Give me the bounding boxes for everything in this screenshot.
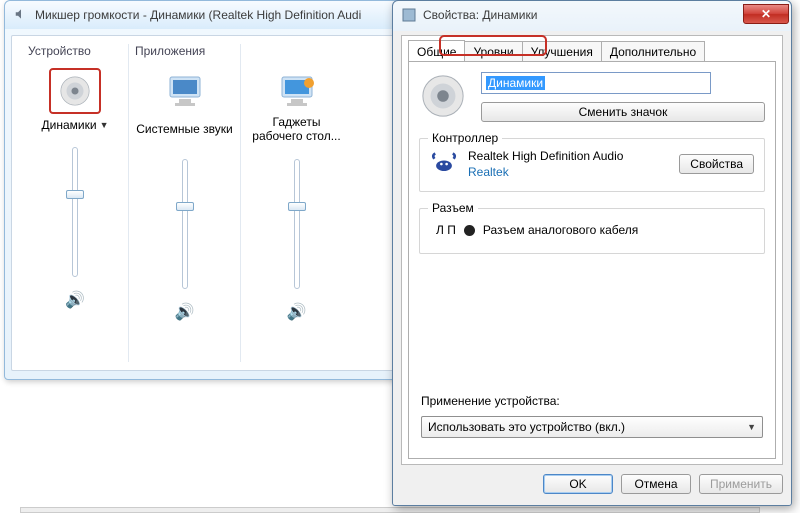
device-section-label: Устройство (28, 44, 122, 64)
controller-properties-button[interactable]: Свойства (679, 154, 754, 174)
close-button[interactable]: ✕ (743, 4, 789, 24)
jack-group-title: Разъем (428, 201, 478, 215)
props-titlebar[interactable]: Свойства: Динамики ✕ (393, 1, 791, 29)
mixer-device-column: Устройство Динамики ▼ 🔊 (22, 44, 128, 362)
tab-content-general: Динамики Сменить значок Контроллер (408, 61, 776, 459)
controller-group: Контроллер Realtek High Definition Audio… (419, 138, 765, 192)
dialog-footer: OK Отмена Применить (401, 469, 783, 499)
tabs-highlight-annotation (439, 35, 547, 56)
cancel-button[interactable]: Отмена (621, 474, 691, 494)
device-usage-select[interactable]: Использовать это устройство (вкл.) ▼ (421, 416, 763, 438)
props-title: Свойства: Динамики (423, 8, 537, 22)
volume-mixer-window: Микшер громкости - Динамики (Realtek Hig… (4, 0, 418, 380)
jack-side-label: Л П (436, 223, 456, 237)
device-volume-slider[interactable] (72, 147, 78, 277)
device-large-icon (419, 72, 467, 120)
jack-group: Разъем Л П Разъем аналогового кабеля (419, 208, 765, 254)
jack-color-dot (464, 225, 475, 236)
device-name-input[interactable]: Динамики (481, 72, 711, 94)
device-mute-button[interactable]: 🔊 (28, 290, 122, 310)
controller-name: Realtek High Definition Audio (468, 149, 669, 163)
device-usage-value: Использовать это устройство (вкл.) (428, 420, 625, 434)
device-usage-label: Применение устройства: (421, 394, 560, 408)
close-icon: ✕ (761, 7, 771, 21)
app-volume-slider[interactable] (182, 159, 188, 289)
speaker-properties-window: Свойства: Динамики ✕ Общие Уровни Улучше… (392, 0, 792, 506)
system-sounds-icon[interactable] (164, 70, 206, 112)
apps-section-label: Приложения (135, 44, 234, 64)
controller-group-title: Контроллер (428, 131, 502, 145)
device-name-value: Динамики (486, 76, 545, 90)
chevron-down-icon: ▼ (747, 422, 756, 432)
mixer-titlebar[interactable]: Микшер громкости - Динамики (Realtek Hig… (5, 1, 417, 29)
jack-label: Разъем аналогового кабеля (483, 223, 638, 237)
ok-button[interactable]: OK (543, 474, 613, 494)
chevron-down-icon: ▼ (100, 120, 109, 130)
realtek-crab-icon (430, 150, 458, 178)
app-label: Гаджеты рабочего стол... (247, 116, 346, 144)
gadgets-icon[interactable] (276, 70, 318, 112)
app-mute-button[interactable]: 🔊 (135, 302, 234, 322)
tab-advanced[interactable]: Дополнительно (601, 41, 705, 61)
change-icon-button[interactable]: Сменить значок (481, 102, 765, 122)
app-mute-button[interactable]: 🔊 (247, 302, 346, 322)
mixer-app-column-system-sounds: Приложения Системные звуки 🔊 (128, 44, 240, 362)
device-name-dropdown[interactable]: Динамики ▼ (28, 118, 122, 132)
properties-icon (401, 7, 417, 23)
speaker-icon (58, 74, 92, 108)
speaker-mini-icon (13, 7, 29, 24)
apply-button[interactable]: Применить (699, 474, 783, 494)
device-name-label: Динамики (42, 118, 97, 132)
controller-vendor-link[interactable]: Realtek (468, 165, 669, 179)
app-label: Системные звуки (135, 116, 234, 144)
mixer-app-column-gadgets: . Гаджеты рабочего стол... 🔊 (240, 44, 352, 362)
device-icon-highlight[interactable] (49, 68, 101, 114)
app-volume-slider[interactable] (294, 159, 300, 289)
mixer-title: Микшер громкости - Динамики (Realtek Hig… (35, 8, 361, 22)
